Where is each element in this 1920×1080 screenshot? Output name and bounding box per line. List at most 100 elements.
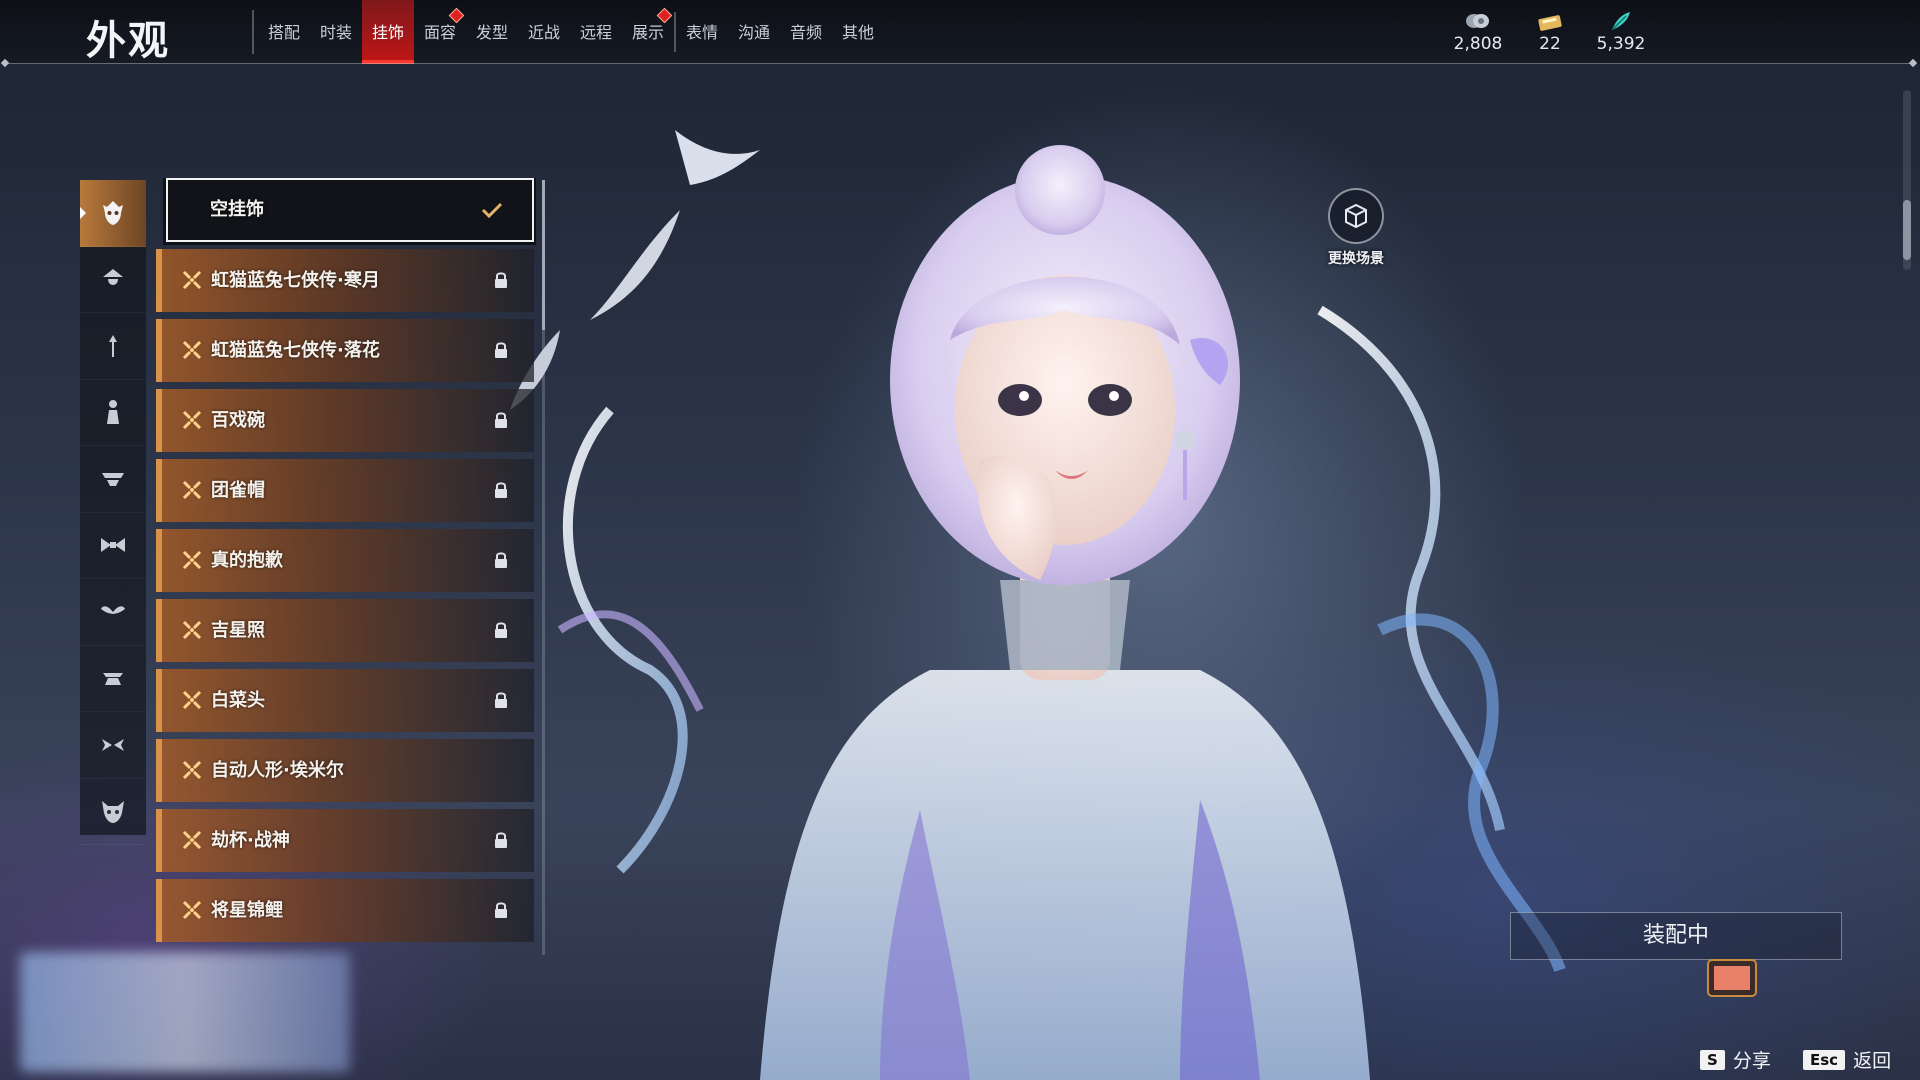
rarity-icon xyxy=(182,760,202,780)
figure-icon xyxy=(107,400,119,425)
item-label: 白菜头 xyxy=(211,690,265,711)
tab-label: 远程 xyxy=(579,23,612,42)
list-item[interactable]: 自动人形·埃米尔 xyxy=(156,739,534,802)
list-item[interactable]: 将星锦鲤 xyxy=(156,879,534,942)
equip-status-label: 装配中 xyxy=(1642,923,1709,948)
tab-face[interactable]: 面容 xyxy=(414,0,466,64)
tab-accessory[interactable]: 挂饰 xyxy=(362,0,414,64)
key-esc: Esc xyxy=(1803,1049,1846,1070)
top-divider xyxy=(4,63,1916,64)
list-item-empty[interactable]: 空挂饰 xyxy=(166,178,534,242)
rarity-icon xyxy=(182,410,202,430)
cube-icon xyxy=(1345,203,1367,229)
tab-label: 其他 xyxy=(841,23,874,42)
share-hint[interactable]: S 分享 xyxy=(1700,1046,1771,1073)
tab-fashion[interactable]: 时装 xyxy=(310,0,362,64)
lock-icon xyxy=(495,412,507,428)
scene-button-circle xyxy=(1328,188,1384,244)
rarity-icon xyxy=(182,270,202,290)
category-sidebar xyxy=(80,180,146,845)
page-scrollbar-thumb[interactable] xyxy=(1903,200,1911,260)
page-title: 外观 xyxy=(86,18,170,64)
currency-value: 5,392 xyxy=(1596,34,1646,54)
top-bar: 外观 搭配 时装 挂饰 面容 发型 近战 远程 展示 表情 沟通 音频 其他 2… xyxy=(0,0,1920,64)
title-divider xyxy=(252,10,254,54)
item-label: 虹猫蓝兔七侠传·落花 xyxy=(211,340,380,361)
item-label: 真的抱歉 xyxy=(211,550,283,571)
feather-icon xyxy=(1611,12,1630,31)
tab-hair[interactable]: 发型 xyxy=(466,0,518,64)
tab-label: 面容 xyxy=(423,23,456,42)
demon-mask-icon xyxy=(102,801,124,824)
change-scene-button[interactable]: 更换场景 xyxy=(1320,188,1392,268)
lock-icon xyxy=(495,482,507,498)
skirt-icon xyxy=(103,673,123,686)
list-item[interactable]: 白菜头 xyxy=(156,669,534,732)
tab-ranged[interactable]: 远程 xyxy=(570,0,622,64)
lantern-icon xyxy=(1707,959,1757,997)
lock-icon xyxy=(495,832,507,848)
currency-coins: 2,808 xyxy=(1443,10,1513,54)
rarity-icon xyxy=(182,340,202,360)
character-preview[interactable] xyxy=(500,110,1600,1080)
coin-stack-icon xyxy=(1466,14,1489,28)
category-skirt[interactable] xyxy=(80,646,146,712)
tab-label: 展示 xyxy=(631,23,664,42)
lock-icon xyxy=(495,342,507,358)
hat-icon xyxy=(103,269,123,286)
tab-audio[interactable]: 音频 xyxy=(780,0,832,64)
category-wings[interactable] xyxy=(80,579,146,646)
category-hat[interactable] xyxy=(80,247,146,313)
list-item[interactable]: 劫杯·战神 xyxy=(156,809,534,872)
list-item[interactable]: 吉星照 xyxy=(156,599,534,662)
rarity-icon xyxy=(182,480,202,500)
category-bow[interactable] xyxy=(80,513,146,579)
tab-emote[interactable]: 表情 xyxy=(676,0,728,64)
rarity-icon xyxy=(182,690,202,710)
key-s: S xyxy=(1700,1049,1725,1070)
item-label: 虹猫蓝兔七侠传·寒月 xyxy=(211,270,380,291)
tab-other[interactable]: 其他 xyxy=(832,0,884,64)
item-label: 将星锦鲤 xyxy=(211,900,283,921)
ticket-icon xyxy=(1538,15,1562,31)
list-item[interactable]: 团雀帽 xyxy=(156,459,534,522)
rarity-icon xyxy=(182,620,202,640)
list-scrollbar[interactable] xyxy=(542,180,545,955)
rarity-icon xyxy=(182,550,202,570)
mask-icon xyxy=(103,200,123,225)
category-mask[interactable] xyxy=(80,180,146,247)
tab-showcase[interactable]: 展示 xyxy=(622,0,674,64)
tab-label: 沟通 xyxy=(737,23,770,42)
category-ribbon[interactable] xyxy=(80,712,146,779)
tab-label: 发型 xyxy=(475,23,508,42)
list-item[interactable]: 真的抱歉 xyxy=(156,529,534,592)
equip-status-button[interactable]: 装配中 xyxy=(1510,912,1842,960)
category-hairpin[interactable] xyxy=(80,313,146,380)
tab-communication[interactable]: 沟通 xyxy=(728,0,780,64)
tab-melee[interactable]: 近战 xyxy=(518,0,570,64)
item-label: 自动人形·埃米尔 xyxy=(211,760,344,781)
lock-icon xyxy=(495,622,507,638)
back-hint[interactable]: Esc 返回 xyxy=(1803,1046,1891,1073)
rarity-icon xyxy=(182,900,202,920)
bow-icon xyxy=(101,538,125,553)
category-demon-mask[interactable] xyxy=(80,779,146,845)
category-figure[interactable] xyxy=(80,380,146,446)
list-scrollbar-thumb[interactable] xyxy=(542,180,545,330)
tab-outfit[interactable]: 搭配 xyxy=(258,0,310,64)
page-scrollbar[interactable] xyxy=(1903,90,1911,270)
checkmark-icon xyxy=(481,202,503,219)
accessory-list: 空挂饰 虹猫蓝兔七侠传·寒月 虹猫蓝兔七侠传·落花 百戏碗 团雀帽 真的抱歉 吉… xyxy=(156,178,536,953)
currency-value: 22 xyxy=(1539,34,1561,54)
lock-icon xyxy=(495,272,507,288)
item-label: 团雀帽 xyxy=(211,480,265,501)
currency-value: 2,808 xyxy=(1453,34,1503,54)
list-item[interactable]: 虹猫蓝兔七侠传·寒月 xyxy=(156,249,534,312)
wings-icon xyxy=(101,606,125,614)
category-cape[interactable] xyxy=(80,446,146,513)
item-label: 吉星照 xyxy=(211,620,265,641)
tab-label: 时装 xyxy=(319,23,352,42)
list-item[interactable]: 虹猫蓝兔七侠传·落花 xyxy=(156,319,534,382)
list-item[interactable]: 百戏碗 xyxy=(156,389,534,452)
blurred-overlay xyxy=(20,952,350,1072)
